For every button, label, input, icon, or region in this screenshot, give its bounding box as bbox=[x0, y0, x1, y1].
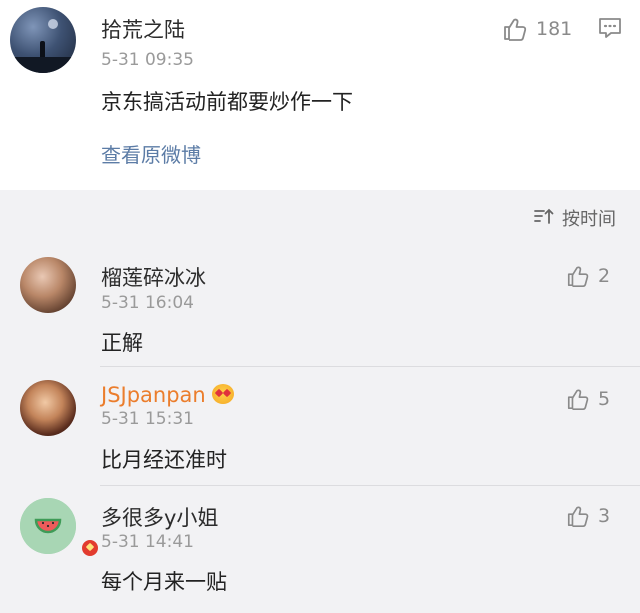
comment-like-button[interactable]: 5 bbox=[566, 387, 610, 411]
comment-icon[interactable] bbox=[598, 16, 622, 40]
comment-item: 多很多y小姐 5-31 14:41 每个月来一贴 3 bbox=[0, 486, 640, 613]
commenter-avatar[interactable] bbox=[20, 380, 76, 436]
commenter-avatar[interactable] bbox=[20, 257, 76, 313]
post-content: 京东搞活动前都要炒作一下 bbox=[101, 90, 353, 114]
comment-text: 每个月来一贴 bbox=[101, 570, 227, 594]
comment-text: 比月经还准时 bbox=[101, 448, 227, 472]
sort-bar: 按时间 bbox=[0, 190, 640, 240]
comment-item: JSJpanpan 5-31 15:31 比月经还准时 5 bbox=[0, 367, 640, 485]
sort-label: 按时间 bbox=[562, 209, 616, 230]
thumbs-up-icon bbox=[566, 504, 590, 528]
comment-like-button[interactable]: 2 bbox=[566, 264, 610, 288]
comment-time: 5-31 14:41 bbox=[101, 532, 194, 552]
commenter-name[interactable]: 多很多y小姐 bbox=[101, 502, 218, 532]
comment-text: 正解 bbox=[101, 331, 143, 355]
watermelon-icon bbox=[20, 498, 76, 554]
verified-badge-icon bbox=[80, 538, 100, 558]
comment-time: 5-31 16:04 bbox=[101, 293, 194, 313]
comment-item: 榴莲碎冰冰 5-31 16:04 正解 2 bbox=[0, 240, 640, 366]
thumbs-up-icon bbox=[566, 264, 590, 288]
commenter-avatar[interactable] bbox=[20, 498, 100, 558]
comment-like-count: 3 bbox=[598, 505, 611, 527]
comment-time: 5-31 15:31 bbox=[101, 409, 194, 429]
commenter-name-vip[interactable]: JSJpanpan bbox=[101, 383, 234, 407]
sort-icon bbox=[534, 207, 556, 230]
sort-by-time-button[interactable]: 按时间 bbox=[534, 205, 616, 231]
comment-like-count: 5 bbox=[598, 388, 611, 410]
commenter-name-text[interactable]: JSJpanpan bbox=[101, 383, 206, 407]
heart-eyes-emoji-icon bbox=[211, 384, 234, 404]
view-original-link[interactable]: 查看原微博 bbox=[101, 139, 201, 168]
comment-like-button[interactable]: 3 bbox=[566, 504, 610, 528]
commenter-name[interactable]: 榴莲碎冰冰 bbox=[101, 262, 206, 292]
post-time: 5-31 09:35 bbox=[101, 50, 194, 70]
author-name[interactable]: 拾荒之陆 bbox=[101, 14, 185, 44]
post-like-button[interactable]: 181 bbox=[502, 16, 572, 42]
post-card: 拾荒之陆 5-31 09:35 京东搞活动前都要炒作一下 查看原微博 181 bbox=[0, 0, 640, 190]
thumbs-up-icon bbox=[502, 16, 528, 42]
thumbs-up-icon bbox=[566, 387, 590, 411]
post-like-count: 181 bbox=[536, 18, 573, 40]
author-avatar[interactable] bbox=[10, 7, 76, 73]
comment-like-count: 2 bbox=[598, 265, 611, 287]
